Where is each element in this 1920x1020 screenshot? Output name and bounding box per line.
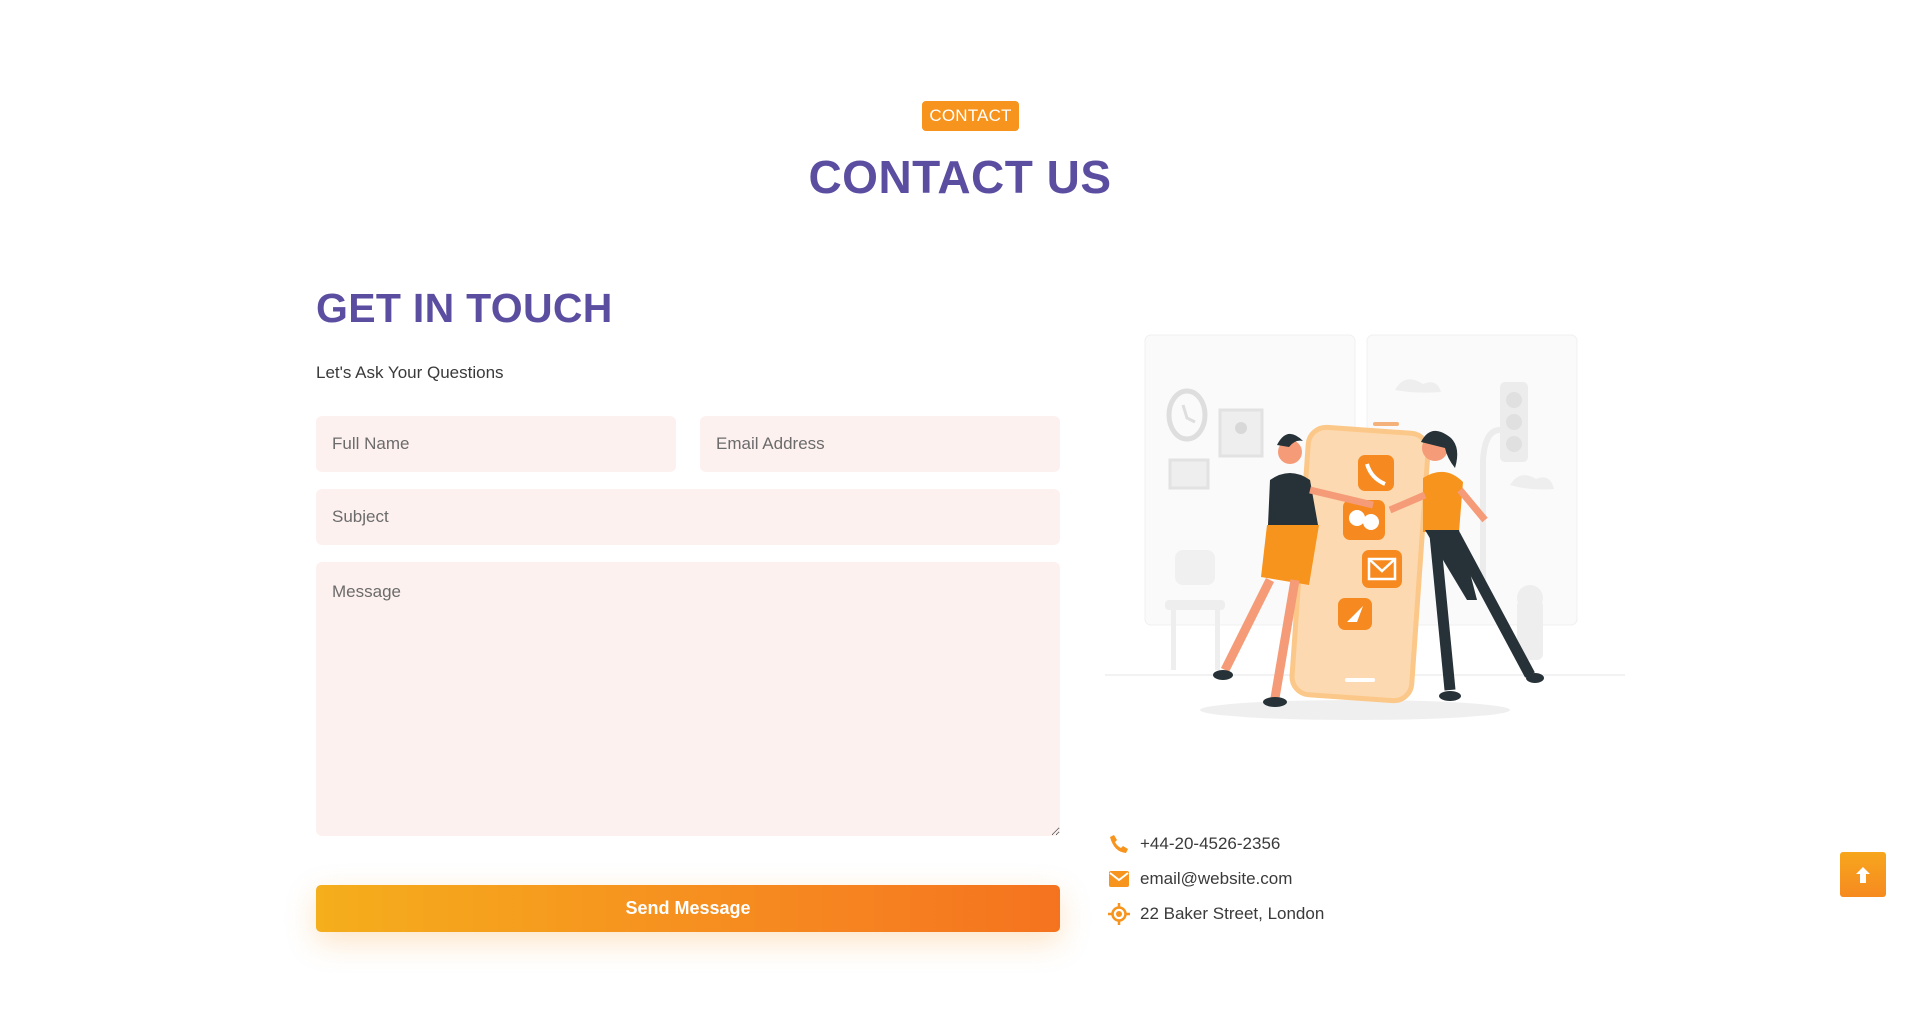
contact-illustration — [1105, 334, 1625, 720]
full-name-input[interactable] — [316, 416, 676, 472]
contact-phone: +44-20-4526-2356 — [1108, 826, 1324, 861]
address-text: 22 Baker Street, London — [1140, 903, 1325, 923]
scroll-to-top-button[interactable] — [1840, 852, 1886, 897]
envelope-icon — [1108, 868, 1130, 890]
form-subtitle: Let's Ask Your Questions — [316, 363, 504, 382]
email-text: email@website.com — [1140, 868, 1293, 888]
phone-icon — [1108, 833, 1130, 855]
send-message-button[interactable]: Send Message — [316, 885, 1060, 932]
form-title: GET IN TOUCH — [316, 285, 613, 331]
message-textarea[interactable] — [316, 562, 1060, 836]
location-icon — [1108, 902, 1130, 925]
phone-text: +44-20-4526-2356 — [1140, 833, 1281, 853]
contact-info: +44-20-4526-2356 email@website.com 22 Ba… — [1108, 826, 1324, 931]
contact-email: email@website.com — [1108, 861, 1324, 896]
subject-input[interactable] — [316, 489, 1060, 545]
email-input[interactable] — [700, 416, 1060, 472]
page-title: CONTACT US — [808, 151, 1112, 203]
arrow-up-icon — [1856, 866, 1870, 883]
contact-address: 22 Baker Street, London — [1108, 896, 1324, 931]
section-badge: CONTACT — [922, 101, 1019, 131]
